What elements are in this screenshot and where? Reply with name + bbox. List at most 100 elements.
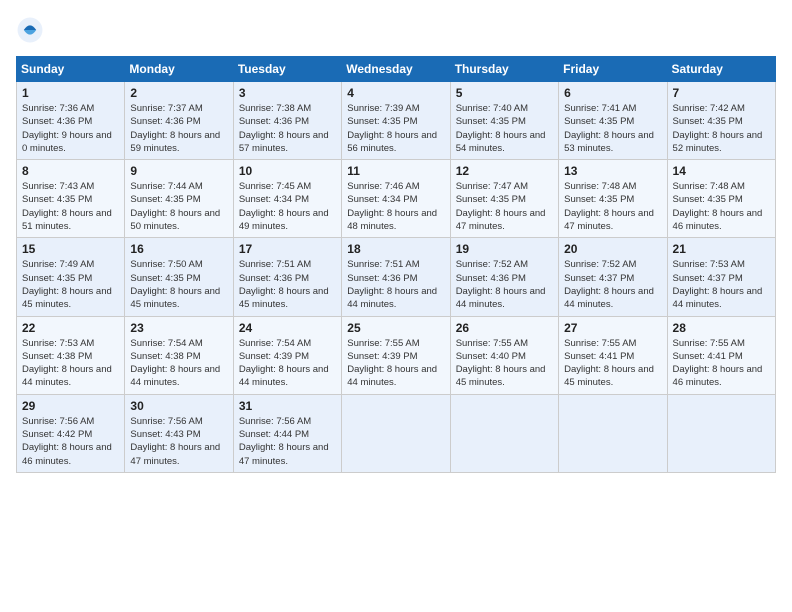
table-cell: 13 Sunrise: 7:48 AMSunset: 4:35 PMDayligh… bbox=[559, 160, 667, 238]
day-number: 24 bbox=[239, 321, 336, 335]
col-monday: Monday bbox=[125, 57, 233, 82]
day-number: 18 bbox=[347, 242, 444, 256]
day-number: 12 bbox=[456, 164, 553, 178]
day-number: 25 bbox=[347, 321, 444, 335]
day-info: Sunrise: 7:38 AMSunset: 4:36 PMDaylight:… bbox=[239, 102, 336, 155]
week-row-3: 15 Sunrise: 7:49 AMSunset: 4:35 PMDayligh… bbox=[17, 238, 776, 316]
table-cell: 21Sunrise: 7:53 AMSunset: 4:37 PMDayligh… bbox=[667, 238, 775, 316]
day-info: Sunrise: 7:50 AMSunset: 4:35 PMDaylight:… bbox=[130, 258, 227, 311]
day-info: Sunrise: 7:48 AMSunset: 4:35 PMDaylight:… bbox=[564, 180, 661, 233]
header bbox=[16, 16, 776, 44]
day-number: 20 bbox=[564, 242, 661, 256]
day-number: 9 bbox=[130, 164, 227, 178]
calendar-container: Sunday Monday Tuesday Wednesday Thursday… bbox=[0, 0, 792, 481]
day-number: 22 bbox=[22, 321, 119, 335]
day-number: 2 bbox=[130, 86, 227, 100]
calendar-table: Sunday Monday Tuesday Wednesday Thursday… bbox=[16, 56, 776, 473]
table-cell: 6 Sunrise: 7:41 AMSunset: 4:35 PMDaylight… bbox=[559, 82, 667, 160]
table-cell: 12 Sunrise: 7:47 AMSunset: 4:35 PMDayligh… bbox=[450, 160, 558, 238]
table-cell: 26Sunrise: 7:55 AMSunset: 4:40 PMDayligh… bbox=[450, 316, 558, 394]
day-number: 26 bbox=[456, 321, 553, 335]
day-number: 19 bbox=[456, 242, 553, 256]
day-info: Sunrise: 7:51 AMSunset: 4:36 PMDaylight:… bbox=[239, 258, 336, 311]
table-cell: 7 Sunrise: 7:42 AMSunset: 4:35 PMDaylight… bbox=[667, 82, 775, 160]
day-info: Sunrise: 7:54 AMSunset: 4:39 PMDaylight:… bbox=[239, 337, 336, 390]
header-row: Sunday Monday Tuesday Wednesday Thursday… bbox=[17, 57, 776, 82]
table-cell: 11Sunrise: 7:46 AMSunset: 4:34 PMDayligh… bbox=[342, 160, 450, 238]
table-cell: 15 Sunrise: 7:49 AMSunset: 4:35 PMDayligh… bbox=[17, 238, 125, 316]
day-number: 21 bbox=[673, 242, 770, 256]
table-cell: 30Sunrise: 7:56 AMSunset: 4:43 PMDayligh… bbox=[125, 394, 233, 472]
day-info: Sunrise: 7:49 AMSunset: 4:35 PMDaylight:… bbox=[22, 258, 119, 311]
week-row-1: 1 Sunrise: 7:36 AMSunset: 4:36 PMDaylight… bbox=[17, 82, 776, 160]
table-cell: 4 Sunrise: 7:39 AMSunset: 4:35 PMDaylight… bbox=[342, 82, 450, 160]
day-number: 16 bbox=[130, 242, 227, 256]
day-number: 28 bbox=[673, 321, 770, 335]
day-info: Sunrise: 7:37 AMSunset: 4:36 PMDaylight:… bbox=[130, 102, 227, 155]
day-info: Sunrise: 7:55 AMSunset: 4:41 PMDaylight:… bbox=[673, 337, 770, 390]
table-cell: 27 Sunrise: 7:55 AMSunset: 4:41 PMDayligh… bbox=[559, 316, 667, 394]
col-thursday: Thursday bbox=[450, 57, 558, 82]
table-cell bbox=[559, 394, 667, 472]
day-number: 15 bbox=[22, 242, 119, 256]
table-cell: 14 Sunrise: 7:48 AMSunset: 4:35 PMDayligh… bbox=[667, 160, 775, 238]
table-cell: 19 Sunrise: 7:52 AMSunset: 4:36 PMDayligh… bbox=[450, 238, 558, 316]
logo-icon bbox=[16, 16, 44, 44]
day-number: 31 bbox=[239, 399, 336, 413]
day-number: 27 bbox=[564, 321, 661, 335]
day-info: Sunrise: 7:54 AMSunset: 4:38 PMDaylight:… bbox=[130, 337, 227, 390]
day-info: Sunrise: 7:55 AMSunset: 4:41 PMDaylight:… bbox=[564, 337, 661, 390]
day-number: 17 bbox=[239, 242, 336, 256]
day-number: 3 bbox=[239, 86, 336, 100]
logo bbox=[16, 16, 48, 44]
day-info: Sunrise: 7:52 AMSunset: 4:37 PMDaylight:… bbox=[564, 258, 661, 311]
week-row-5: 29 Sunrise: 7:56 AMSunset: 4:42 PMDayligh… bbox=[17, 394, 776, 472]
table-cell: 8Sunrise: 7:43 AMSunset: 4:35 PMDaylight… bbox=[17, 160, 125, 238]
day-info: Sunrise: 7:48 AMSunset: 4:35 PMDaylight:… bbox=[673, 180, 770, 233]
table-cell: 17 Sunrise: 7:51 AMSunset: 4:36 PMDayligh… bbox=[233, 238, 341, 316]
table-cell bbox=[342, 394, 450, 472]
day-info: Sunrise: 7:42 AMSunset: 4:35 PMDaylight:… bbox=[673, 102, 770, 155]
table-cell: 25 Sunrise: 7:55 AMSunset: 4:39 PMDayligh… bbox=[342, 316, 450, 394]
col-saturday: Saturday bbox=[667, 57, 775, 82]
day-number: 4 bbox=[347, 86, 444, 100]
day-number: 1 bbox=[22, 86, 119, 100]
col-tuesday: Tuesday bbox=[233, 57, 341, 82]
table-cell: 24 Sunrise: 7:54 AMSunset: 4:39 PMDayligh… bbox=[233, 316, 341, 394]
day-number: 23 bbox=[130, 321, 227, 335]
day-info: Sunrise: 7:39 AMSunset: 4:35 PMDaylight:… bbox=[347, 102, 444, 155]
table-cell bbox=[667, 394, 775, 472]
day-info: Sunrise: 7:51 AMSunset: 4:36 PMDaylight:… bbox=[347, 258, 444, 311]
day-info: Sunrise: 7:41 AMSunset: 4:35 PMDaylight:… bbox=[564, 102, 661, 155]
day-number: 6 bbox=[564, 86, 661, 100]
table-cell: 9Sunrise: 7:44 AMSunset: 4:35 PMDaylight… bbox=[125, 160, 233, 238]
day-info: Sunrise: 7:55 AMSunset: 4:39 PMDaylight:… bbox=[347, 337, 444, 390]
day-info: Sunrise: 7:36 AMSunset: 4:36 PMDaylight:… bbox=[22, 102, 119, 155]
day-number: 10 bbox=[239, 164, 336, 178]
table-cell bbox=[450, 394, 558, 472]
day-number: 8 bbox=[22, 164, 119, 178]
day-number: 30 bbox=[130, 399, 227, 413]
table-cell: 10 Sunrise: 7:45 AMSunset: 4:34 PMDayligh… bbox=[233, 160, 341, 238]
table-cell: 16 Sunrise: 7:50 AMSunset: 4:35 PMDayligh… bbox=[125, 238, 233, 316]
day-info: Sunrise: 7:45 AMSunset: 4:34 PMDaylight:… bbox=[239, 180, 336, 233]
col-sunday: Sunday bbox=[17, 57, 125, 82]
day-number: 29 bbox=[22, 399, 119, 413]
day-info: Sunrise: 7:40 AMSunset: 4:35 PMDaylight:… bbox=[456, 102, 553, 155]
day-info: Sunrise: 7:46 AMSunset: 4:34 PMDaylight:… bbox=[347, 180, 444, 233]
col-friday: Friday bbox=[559, 57, 667, 82]
day-info: Sunrise: 7:53 AMSunset: 4:38 PMDaylight:… bbox=[22, 337, 119, 390]
table-cell: 2 Sunrise: 7:37 AMSunset: 4:36 PMDaylight… bbox=[125, 82, 233, 160]
table-cell: 22 Sunrise: 7:53 AMSunset: 4:38 PMDayligh… bbox=[17, 316, 125, 394]
day-info: Sunrise: 7:47 AMSunset: 4:35 PMDaylight:… bbox=[456, 180, 553, 233]
week-row-2: 8Sunrise: 7:43 AMSunset: 4:35 PMDaylight… bbox=[17, 160, 776, 238]
day-number: 5 bbox=[456, 86, 553, 100]
day-info: Sunrise: 7:52 AMSunset: 4:36 PMDaylight:… bbox=[456, 258, 553, 311]
table-cell: 5 Sunrise: 7:40 AMSunset: 4:35 PMDaylight… bbox=[450, 82, 558, 160]
table-cell: 3 Sunrise: 7:38 AMSunset: 4:36 PMDaylight… bbox=[233, 82, 341, 160]
week-row-4: 22 Sunrise: 7:53 AMSunset: 4:38 PMDayligh… bbox=[17, 316, 776, 394]
day-number: 13 bbox=[564, 164, 661, 178]
day-info: Sunrise: 7:56 AMSunset: 4:42 PMDaylight:… bbox=[22, 415, 119, 468]
day-number: 7 bbox=[673, 86, 770, 100]
day-number: 14 bbox=[673, 164, 770, 178]
